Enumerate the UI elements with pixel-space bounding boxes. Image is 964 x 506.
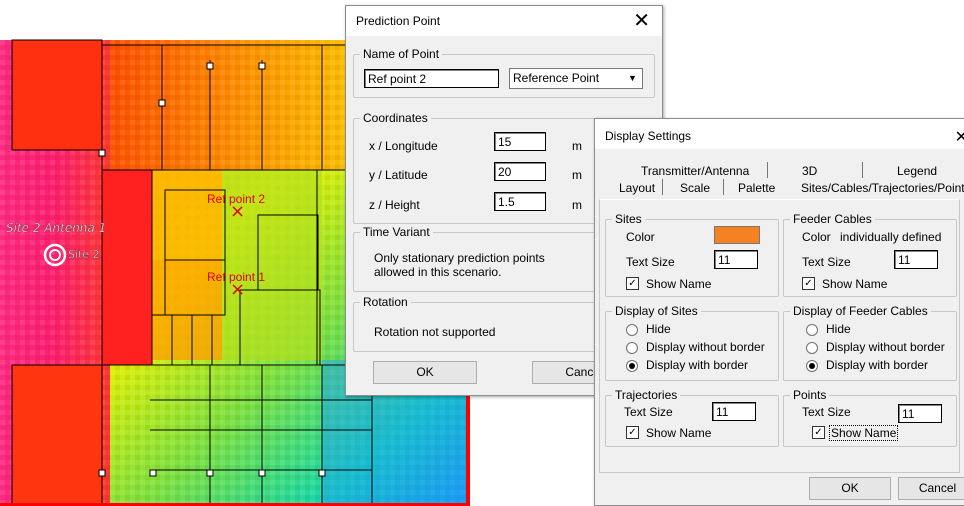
site-text-size-label: Text Size — [626, 255, 675, 269]
group-label: Points — [790, 388, 830, 402]
display-of-sites-group: Display of Sites Hide Display without bo… — [605, 304, 779, 381]
group-label: Coordinates — [360, 111, 431, 125]
rotation-text: Rotation not supported — [374, 325, 496, 339]
y-unit: m — [572, 168, 582, 182]
ref-point-1-marker-icon[interactable]: × — [230, 279, 245, 300]
time-variant-text-2: allowed in this scenario. — [374, 265, 502, 279]
dialog-titlebar[interactable]: Display Settings ✕ — [595, 119, 964, 149]
z-unit: m — [572, 198, 582, 212]
z-coordinate-input[interactable]: 1.5 — [494, 192, 546, 211]
feeder-no-border-radio[interactable] — [806, 342, 818, 354]
group-label: Display of Feeder Cables — [790, 304, 931, 318]
feeder-show-name-checkbox[interactable]: ✓ — [802, 277, 815, 290]
point-type-value: Reference Point — [513, 71, 600, 85]
y-coordinate-label: y / Latitude — [369, 168, 428, 182]
group-label: Sites — [612, 212, 645, 226]
points-group: Points Text Size 11 ✓ Show Name — [783, 388, 957, 447]
site-color-swatch[interactable] — [714, 226, 760, 244]
site-text-size-input[interactable]: 11 — [714, 250, 758, 269]
group-label: Trajectories — [612, 388, 681, 402]
feeder-with-border-label: Display with border — [826, 358, 929, 372]
sites-with-border-radio[interactable] — [626, 360, 638, 372]
sites-hide-label: Hide — [646, 322, 671, 336]
feeder-color-label: Color — [802, 230, 831, 244]
tab-transmitter-antenna[interactable]: Transmitter/Antenna — [641, 164, 749, 178]
site-color-label: Color — [626, 230, 655, 244]
time-variant-text-1: Only stationary prediction points — [374, 251, 545, 265]
ref-point-2-marker-icon[interactable]: × — [230, 201, 245, 222]
tab-palette[interactable]: Palette — [738, 181, 775, 195]
tab-separator — [662, 179, 663, 195]
sites-with-border-label: Display with border — [646, 358, 749, 372]
points-text-size-input[interactable]: 11 — [898, 404, 942, 423]
group-label: Rotation — [360, 295, 411, 309]
feeder-cables-group: Feeder Cables Color individually defined… — [783, 212, 957, 297]
trajectories-text-size-label: Text Size — [624, 405, 673, 419]
feeder-no-border-label: Display without border — [826, 340, 945, 354]
trajectories-text-size-input[interactable]: 11 — [712, 402, 756, 421]
sites-no-border-radio[interactable] — [626, 342, 638, 354]
dialog-title: Display Settings — [605, 129, 692, 143]
feeder-hide-radio[interactable] — [806, 324, 818, 336]
trajectories-show-name-checkbox[interactable]: ✓ — [626, 426, 639, 439]
x-coordinate-label: x / Longitude — [369, 139, 438, 153]
ok-button[interactable]: OK — [809, 477, 891, 500]
dropdown-arrow-icon[interactable]: ▼ — [625, 71, 640, 86]
tab-layout[interactable]: Layout — [619, 181, 655, 195]
z-coordinate-label: z / Height — [369, 198, 420, 212]
sites-hide-radio[interactable] — [626, 324, 638, 336]
feeder-hide-label: Hide — [826, 322, 851, 336]
point-type-select[interactable]: Reference Point ▼ — [509, 68, 643, 89]
site-antenna-label: Site 2 Antenna 1 — [6, 221, 106, 235]
trajectories-group: Trajectories Text Size 11 ✓ Show Name — [605, 388, 779, 447]
dialog-titlebar[interactable]: Prediction Point ✕ — [346, 6, 662, 36]
close-icon[interactable]: ✕ — [955, 125, 964, 149]
feeder-text-size-label: Text Size — [802, 255, 851, 269]
sites-no-border-label: Display without border — [646, 340, 765, 354]
point-name-input[interactable]: Ref point 2 — [364, 69, 499, 88]
tab-3d[interactable]: 3D — [802, 164, 817, 178]
points-show-name-checkbox[interactable]: ✓ — [812, 426, 825, 439]
feeder-show-name-label: Show Name — [822, 277, 888, 291]
tab-separator — [862, 162, 863, 178]
trajectories-show-name-label: Show Name — [646, 426, 712, 440]
close-icon[interactable]: ✕ — [633, 8, 650, 32]
group-label: Time Variant — [360, 225, 433, 239]
tab-separator — [767, 162, 768, 178]
tab-scale[interactable]: Scale — [680, 181, 710, 195]
group-label: Display of Sites — [612, 304, 701, 318]
points-text-size-label: Text Size — [802, 405, 851, 419]
display-settings-dialog: Display Settings ✕ Transmitter/Antenna 3… — [594, 118, 964, 506]
ok-button[interactable]: OK — [373, 361, 477, 384]
x-coordinate-input[interactable]: 15 — [494, 132, 546, 151]
site-name-label: Site 2 — [68, 248, 100, 261]
display-of-feeder-cables-group: Display of Feeder Cables Hide Display wi… — [783, 304, 957, 381]
tab-sites-cables-trajectories-points[interactable]: Sites/Cables/Trajectories/Points — [801, 181, 964, 195]
name-of-point-group: Name of Point Ref point 2 Reference Poin… — [353, 47, 655, 98]
site-show-name-checkbox[interactable]: ✓ — [626, 277, 639, 290]
tab-separator — [723, 179, 724, 195]
y-coordinate-input[interactable]: 20 — [494, 162, 546, 181]
x-unit: m — [572, 139, 582, 153]
cancel-button[interactable]: Cancel — [898, 477, 964, 500]
feeder-color-value: individually defined — [840, 230, 942, 244]
site-show-name-label: Show Name — [646, 277, 712, 291]
sites-group: Sites Color Text Size 11 ✓ Show Name — [605, 212, 779, 297]
tab-legend[interactable]: Legend — [897, 164, 937, 178]
feeder-with-border-radio[interactable] — [806, 360, 818, 372]
points-show-name-label: Show Name — [828, 425, 899, 441]
dialog-title: Prediction Point — [356, 14, 441, 28]
group-label: Name of Point — [360, 47, 443, 61]
group-label: Feeder Cables — [790, 212, 875, 226]
feeder-text-size-input[interactable]: 11 — [894, 250, 938, 269]
